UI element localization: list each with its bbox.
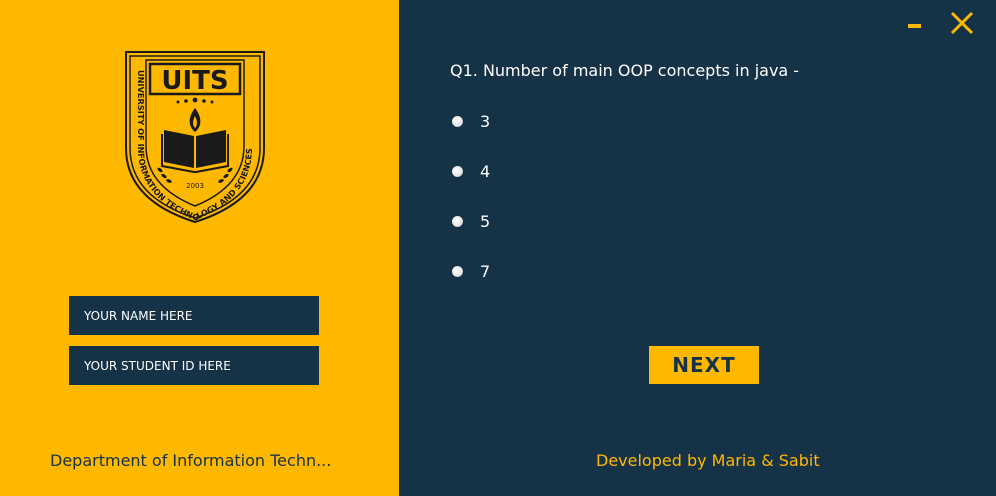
logo-year: 2003	[186, 182, 204, 190]
question-text: Q1. Number of main OOP concepts in java …	[450, 61, 800, 80]
option-radio[interactable]: 7	[452, 259, 490, 283]
left-panel: UNIVERSITY OF INFORMATION TECHNOLOGY AND…	[0, 0, 399, 496]
minimize-button[interactable]	[904, 8, 926, 38]
radio-icon[interactable]	[452, 115, 463, 127]
option-label: 3	[480, 111, 491, 131]
radio-icon[interactable]	[452, 165, 463, 177]
name-input[interactable]	[69, 296, 319, 335]
option-radio[interactable]: 5	[452, 209, 490, 233]
close-icon	[950, 11, 974, 35]
radio-icon[interactable]	[452, 265, 463, 277]
close-button[interactable]	[947, 8, 977, 38]
option-label: 4	[480, 161, 491, 181]
option-radio[interactable]: 4	[452, 159, 490, 183]
student-id-input[interactable]	[69, 346, 319, 385]
option-label: 5	[480, 211, 491, 231]
option-radio[interactable]: 3	[452, 109, 490, 133]
developer-credit: Developed by Maria & Sabit	[596, 451, 820, 470]
uits-logo: UNIVERSITY OF INFORMATION TECHNOLOGY AND…	[125, 51, 265, 224]
option-label: 7	[480, 261, 491, 281]
minimize-icon	[908, 24, 921, 28]
quiz-panel: Q1. Number of main OOP concepts in java …	[399, 0, 996, 496]
next-button[interactable]: NEXT	[649, 346, 759, 384]
logo-acronym: UITS	[161, 66, 228, 96]
department-label: Department of Information Techn...	[50, 451, 332, 470]
radio-icon[interactable]	[452, 215, 463, 227]
